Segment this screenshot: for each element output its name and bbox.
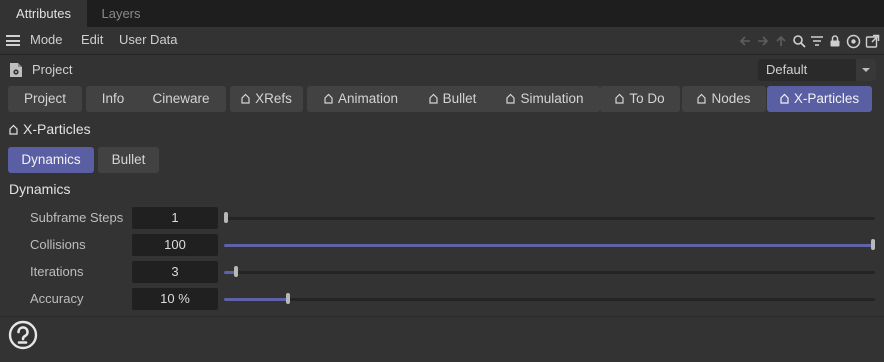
accuracy-slider[interactable]: [224, 293, 875, 304]
iterations-field[interactable]: 3: [132, 261, 218, 283]
home-icon: [780, 93, 789, 104]
toolbar-icons: [734, 32, 880, 50]
tab-xrefs[interactable]: XRefs: [230, 86, 303, 112]
new-window-icon[interactable]: [865, 34, 880, 49]
tab-project[interactable]: Project: [8, 86, 82, 112]
tab-attributes[interactable]: Attributes: [0, 0, 87, 27]
home-icon: [9, 124, 18, 135]
tab-x-particles[interactable]: X-Particles: [767, 86, 872, 112]
subtab-bullet[interactable]: Bullet: [98, 147, 159, 173]
hamburger-menu-icon[interactable]: [6, 35, 20, 46]
slider-handle[interactable]: [233, 266, 238, 277]
divider: [0, 316, 884, 317]
home-icon: [324, 93, 333, 104]
help-icon[interactable]: [8, 320, 38, 350]
slider-handle[interactable]: [285, 293, 290, 304]
group-title: Dynamics: [9, 181, 71, 197]
tab-nodes[interactable]: Nodes: [682, 86, 766, 112]
tab-bullet[interactable]: Bullet: [411, 86, 494, 112]
tab-label: Simulation: [520, 91, 584, 106]
section-title-label: X-Particles: [23, 121, 91, 137]
slider-track: [224, 271, 875, 274]
slider-handle[interactable]: [871, 239, 875, 250]
lock-icon[interactable]: [828, 34, 842, 48]
tab-label: X-Particles: [793, 91, 860, 106]
slider-track: [224, 217, 875, 220]
param-row-subframe-steps: Subframe Steps 1: [0, 206, 884, 230]
chevron-down-icon[interactable]: [856, 59, 876, 81]
divider: [0, 54, 884, 55]
panel-tab-bar: Attributes Layers: [0, 0, 884, 27]
param-label: Iterations: [30, 264, 84, 279]
param-row-iterations: Iterations 3: [0, 260, 884, 284]
tab-animation[interactable]: Animation: [307, 86, 415, 112]
slider-fill: [224, 244, 875, 247]
tab-label: Cineware: [152, 91, 210, 106]
collisions-slider[interactable]: [224, 239, 875, 250]
subtab-dynamics[interactable]: Dynamics: [8, 147, 94, 173]
project-title: Project: [32, 62, 73, 77]
menu-bar: Mode Edit User Data: [0, 28, 884, 53]
menu-edit[interactable]: Edit: [81, 32, 103, 47]
tab-label: Bullet: [442, 91, 477, 106]
arrow-right-icon[interactable]: [756, 34, 770, 48]
iterations-slider[interactable]: [224, 266, 875, 277]
home-icon: [429, 93, 438, 104]
project-file-icon: [9, 62, 23, 78]
accuracy-field[interactable]: 10 %: [132, 288, 218, 310]
arrow-left-icon[interactable]: [738, 34, 752, 48]
tab-label: Animation: [337, 91, 399, 106]
section-title: X-Particles: [9, 121, 91, 137]
tab-cineware[interactable]: Cineware: [136, 86, 226, 112]
target-icon[interactable]: [846, 34, 861, 49]
filter-icon[interactable]: [810, 34, 824, 48]
collisions-field[interactable]: 100: [132, 234, 218, 256]
tab-info[interactable]: Info: [86, 86, 140, 112]
subframe-steps-field[interactable]: 1: [132, 207, 218, 229]
tab-simulation[interactable]: Simulation: [490, 86, 600, 112]
tab-layers[interactable]: Layers: [87, 0, 155, 27]
param-label: Accuracy: [30, 291, 84, 306]
arrow-up-icon[interactable]: [774, 34, 788, 48]
tab-label: To Do: [629, 91, 665, 106]
home-icon: [506, 93, 516, 104]
tab-label: Project: [23, 91, 67, 106]
param-row-collisions: Collisions 100: [0, 233, 884, 257]
param-row-accuracy: Accuracy 10 %: [0, 287, 884, 311]
home-icon: [241, 93, 250, 104]
menu-mode[interactable]: Mode: [30, 32, 63, 47]
tab-label: Info: [101, 91, 125, 106]
home-icon: [697, 93, 707, 104]
param-label: Collisions: [30, 237, 86, 252]
tab-label: Nodes: [711, 91, 751, 106]
slider-track: [224, 298, 875, 301]
tab-label: XRefs: [255, 91, 292, 106]
project-header: Project Default: [0, 58, 884, 82]
tab-to-do[interactable]: To Do: [600, 86, 680, 112]
preset-value: Default: [766, 62, 808, 77]
subframe-steps-slider[interactable]: [224, 212, 875, 223]
slider-fill: [224, 298, 288, 301]
menu-user-data[interactable]: User Data: [119, 32, 178, 47]
param-label: Subframe Steps: [30, 210, 124, 225]
search-icon[interactable]: [792, 34, 806, 48]
preset-dropdown[interactable]: Default: [758, 59, 876, 81]
home-icon: [615, 93, 624, 104]
slider-handle[interactable]: [224, 212, 228, 223]
